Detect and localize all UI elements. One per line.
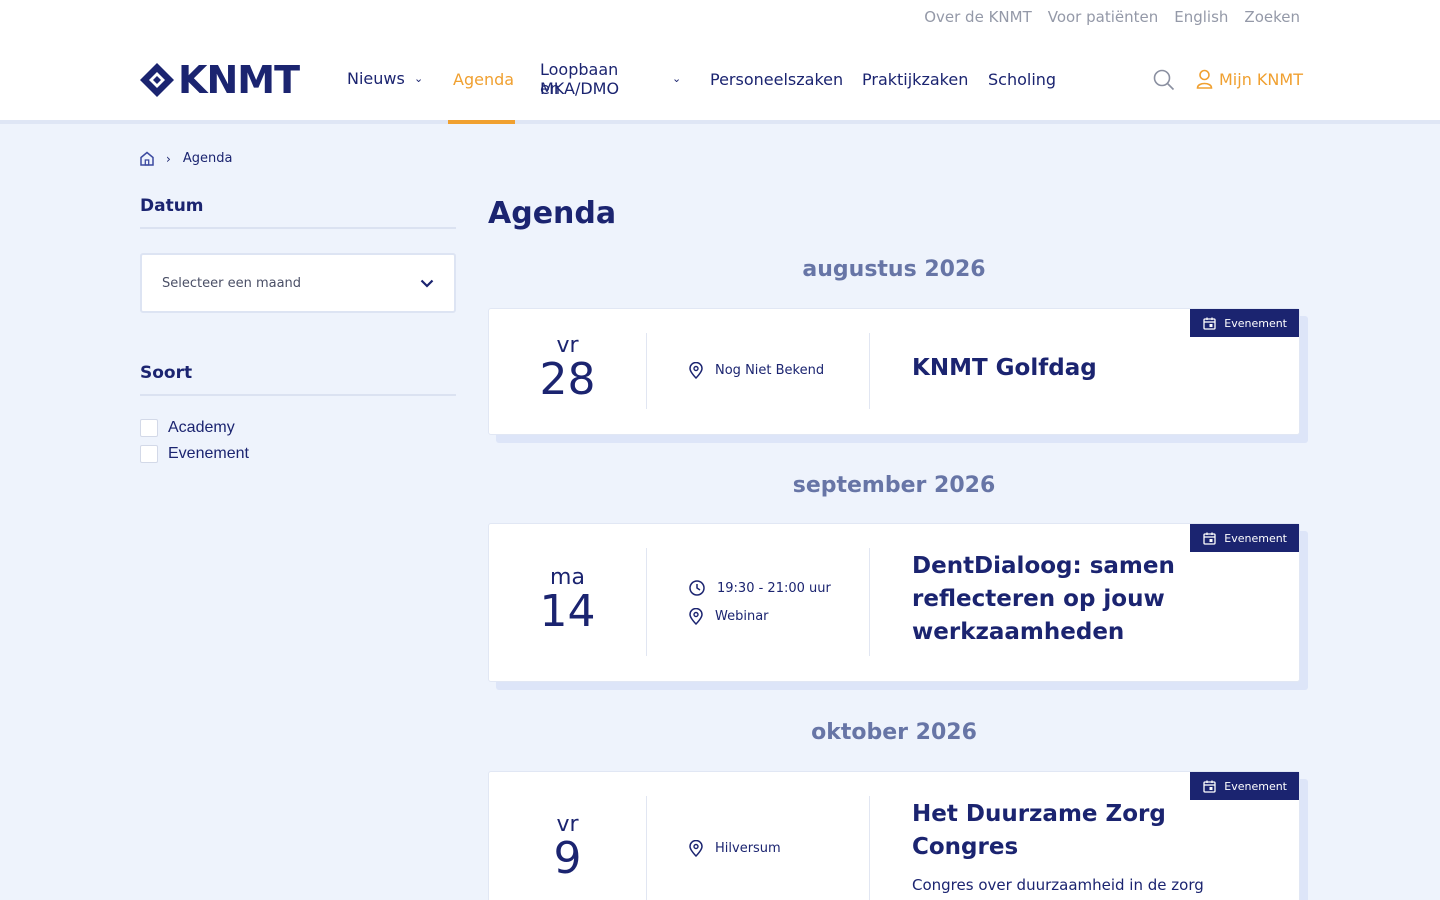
header-divider	[0, 120, 1440, 124]
checkbox-academy[interactable]	[140, 419, 158, 437]
nav-agenda[interactable]: Agenda	[453, 70, 514, 89]
nav-scholing[interactable]: Scholing	[988, 70, 1056, 89]
nav-praktijkzaken[interactable]: Praktijkzaken	[862, 70, 968, 89]
badge-label: Evenement	[1224, 531, 1287, 545]
divider	[646, 548, 647, 656]
chevron-down-icon	[420, 279, 434, 288]
checkbox-label: Academy	[168, 419, 235, 436]
event-type-badge: Evenement	[1190, 524, 1299, 552]
link-zoeken[interactable]: Zoeken	[1244, 8, 1300, 26]
divider	[140, 394, 456, 396]
month-heading: oktober 2026	[811, 720, 977, 745]
event-location: Webinar	[689, 608, 769, 625]
event-date: vr 9	[489, 813, 646, 881]
search-icon[interactable]	[1153, 69, 1175, 91]
nav-personeelszaken[interactable]: Personeelszaken	[710, 70, 843, 89]
chevron-down-icon[interactable]: ⌄	[414, 72, 423, 85]
calendar-icon	[1203, 532, 1216, 545]
mijn-knmt-link[interactable]: Mijn KNMT	[1196, 69, 1303, 89]
event-day: 28	[539, 354, 596, 405]
filter-datum-heading: Datum	[140, 196, 204, 216]
month-select-placeholder: Selecteer een maand	[162, 275, 302, 291]
event-date: ma 14	[489, 566, 646, 634]
divider	[646, 333, 647, 409]
event-type-badge: Evenement	[1190, 309, 1299, 337]
event-title-line: DentDialoog: samen	[912, 553, 1175, 579]
breadcrumb: › Agenda	[140, 151, 232, 166]
location-label: Nog Niet Bekend	[715, 363, 825, 378]
filter-option-evenement[interactable]: Evenement	[140, 445, 249, 463]
month-select[interactable]: Selecteer een maand	[140, 253, 456, 313]
event-card[interactable]: Evenement ma 14 19:30 - 21:00 uur Webina…	[488, 523, 1300, 682]
location-pin-icon	[689, 840, 703, 857]
badge-label: Evenement	[1224, 779, 1287, 793]
clock-icon	[689, 580, 705, 596]
breadcrumb-separator-icon: ›	[166, 151, 171, 166]
event-title-line: Het Duurzame Zorg	[912, 801, 1166, 827]
location-label: Hilversum	[715, 841, 781, 856]
time-label: 19:30 - 21:00 uur	[717, 580, 831, 596]
link-over-de-knmt[interactable]: Over de KNMT	[924, 8, 1032, 26]
divider	[869, 333, 870, 409]
month-heading: september 2026	[792, 473, 996, 498]
event-title-line: reflecteren op jouw	[912, 586, 1165, 612]
event-type-badge: Evenement	[1190, 772, 1299, 800]
link-voor-patienten[interactable]: Voor patiënten	[1048, 8, 1159, 26]
chevron-down-icon[interactable]: ⌄	[672, 72, 681, 85]
divider	[869, 548, 870, 656]
mijn-knmt-label: Mijn KNMT	[1219, 69, 1303, 89]
event-card[interactable]: Evenement vr 9 Hilversum Het Duurzame Zo…	[488, 771, 1300, 900]
divider	[869, 796, 870, 900]
user-icon	[1196, 69, 1213, 89]
link-english[interactable]: English	[1174, 8, 1228, 26]
breadcrumb-current: Agenda	[182, 151, 233, 166]
event-card[interactable]: Evenement vr 28 Nog Niet Bekend KNMT Gol…	[488, 308, 1300, 435]
utility-nav: Over de KNMT Voor patiënten English Zoek…	[924, 8, 1300, 26]
checkbox-label: Evenement	[168, 445, 249, 462]
event-title[interactable]: KNMT Golfdag	[912, 352, 1097, 385]
event-title-line: werkzaamheden	[912, 619, 1125, 645]
page-title: Agenda	[488, 196, 617, 231]
event-title-line: Congres	[912, 834, 1019, 860]
event-day: 14	[539, 586, 596, 637]
active-nav-indicator	[448, 120, 515, 124]
filter-soort-heading: Soort	[140, 363, 193, 383]
event-location: Hilversum	[689, 840, 781, 857]
knmt-logo[interactable]: KNMT	[140, 58, 300, 102]
logo-text: KNMT	[178, 58, 300, 102]
event-title[interactable]: Het Duurzame Zorg Congres	[912, 798, 1166, 864]
location-label: Webinar	[715, 609, 769, 624]
home-icon[interactable]	[140, 151, 154, 166]
badge-label: Evenement	[1224, 316, 1287, 330]
event-day: 9	[553, 833, 582, 884]
filter-option-academy[interactable]: Academy	[140, 419, 235, 437]
event-date: vr 28	[489, 334, 646, 402]
event-time: 19:30 - 21:00 uur	[689, 580, 831, 596]
logo-mark-icon	[140, 63, 174, 97]
nav-loopbaan-line2[interactable]: MKA/DMO	[540, 79, 619, 98]
event-description: Congres over duurzaamheid in de zorg	[912, 876, 1204, 894]
nav-nieuws[interactable]: Nieuws	[347, 69, 405, 88]
location-pin-icon	[689, 608, 703, 625]
checkbox-evenement[interactable]	[140, 445, 158, 463]
event-location: Nog Niet Bekend	[689, 362, 824, 379]
calendar-icon	[1203, 317, 1216, 330]
event-title[interactable]: DentDialoog: samen reflecteren op jouw w…	[912, 550, 1175, 649]
month-heading: augustus 2026	[802, 257, 986, 282]
calendar-icon	[1203, 780, 1216, 793]
divider	[140, 227, 456, 229]
divider	[646, 796, 647, 900]
location-pin-icon	[689, 362, 703, 379]
